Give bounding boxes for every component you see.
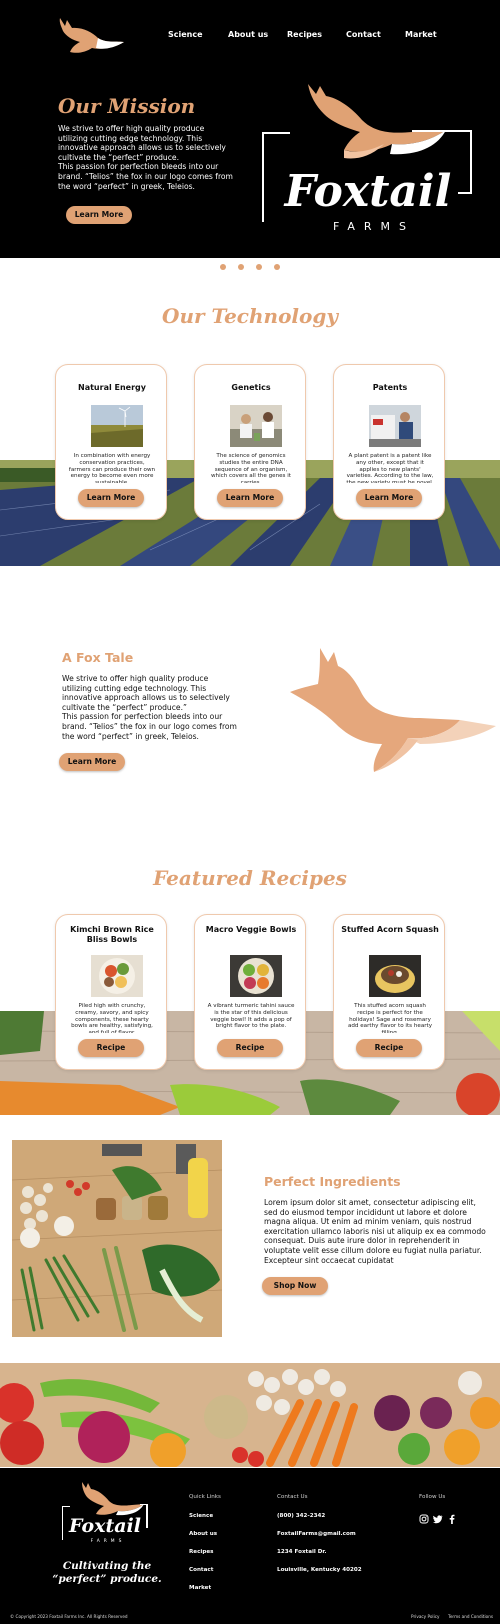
recipe-button[interactable]: Recipe [78, 1039, 144, 1057]
fox-tale-title: A Fox Tale [62, 650, 134, 665]
hero-learn-more-button[interactable]: Learn More [66, 206, 132, 224]
recipe-button[interactable]: Recipe [356, 1039, 422, 1057]
footer: Foxtail FARMS Cultivating the “perfect” … [0, 1468, 500, 1624]
learn-more-button[interactable]: Learn More [217, 489, 283, 507]
ingredients-title: Perfect Ingredients [264, 1174, 401, 1189]
logo-subtitle: FARMS [333, 220, 415, 233]
privacy-policy-link[interactable]: Privacy Policy [411, 1614, 440, 1619]
fox-tale-paragraph: We strive to offer high quality produce … [62, 674, 237, 741]
main-nav: Science About us Recipes Contact Market [0, 30, 500, 46]
hero-text: We strive to offer high quality produce … [58, 124, 234, 191]
recipe-card-kimchi: Kimchi Brown Rice Bliss Bowls Piled high… [55, 914, 167, 1070]
hero-section: Science About us Recipes Contact Market … [0, 0, 500, 258]
recipe-card-stuffed-squash: Stuffed Acorn Squash This stuffed acorn … [333, 914, 445, 1070]
instagram-icon[interactable] [419, 1514, 429, 1524]
quick-links-heading: Quick Links [189, 1494, 221, 1500]
follow-heading: Follow Us [419, 1494, 446, 1500]
tech-card-patents: Patents A plant patent is a patent like … [333, 364, 445, 520]
carousel-dot-1[interactable] [220, 264, 226, 270]
footer-link-about-us[interactable]: About us [189, 1531, 217, 1537]
page: Science About us Recipes Contact Market … [0, 0, 500, 1624]
lab-photo [230, 405, 282, 447]
card-title: Patents [372, 383, 408, 392]
tech-card-natural-energy: Natural Energy In combination with energ… [55, 364, 167, 520]
footer-link-recipes[interactable]: Recipes [189, 1549, 213, 1555]
ingredients-text: Lorem ipsum dolor sit amet, consectetur … [264, 1198, 486, 1265]
learn-more-button[interactable]: Learn More [78, 489, 144, 507]
fox-tale-text: We strive to offer high quality produce … [62, 674, 238, 741]
card-text: This stuffed acorn squash recipe is perf… [347, 1003, 433, 1033]
shop-now-button[interactable]: Shop Now [262, 1277, 328, 1295]
footer-slogan: Cultivating the “perfect” produce. [52, 1560, 162, 1585]
ingredients-table-photo [12, 1140, 222, 1337]
fox-tale-learn-more-button[interactable]: Learn More [59, 753, 125, 771]
contact-heading: Contact Us [277, 1494, 308, 1500]
nav-about-us[interactable]: About us [228, 30, 268, 39]
recipes-title: Featured Recipes [153, 866, 347, 890]
card-title: Kimchi Brown Rice Bliss Bowls [70, 925, 154, 944]
vegetable-banner-image [0, 1363, 500, 1467]
footer-link-contact[interactable]: Contact [189, 1567, 213, 1573]
carousel-dot-4[interactable] [274, 264, 280, 270]
terms-link[interactable]: Terms and Conditions [448, 1614, 493, 1619]
card-text: The science of genomics studies the enti… [210, 453, 291, 483]
twitter-icon[interactable] [433, 1514, 443, 1524]
research-photo [369, 405, 421, 447]
copyright-text: © Copyright 2023 Foxtail Farms Inc. All … [10, 1614, 128, 1619]
nav-recipes[interactable]: Recipes [287, 30, 322, 39]
card-title: Genetics [231, 383, 271, 392]
squash-photo [369, 955, 421, 997]
technology-title: Our Technology [162, 304, 338, 328]
footer-address-line2: Louisville, Kentucky 40202 [277, 1567, 362, 1573]
nav-science[interactable]: Science [168, 30, 203, 39]
card-title: Macro Veggie Bowls [205, 925, 297, 934]
carousel-dots [218, 264, 282, 272]
card-text: In combination with energy conservation … [68, 453, 156, 483]
nav-contact[interactable]: Contact [346, 30, 381, 39]
footer-link-market[interactable]: Market [189, 1585, 211, 1591]
hero-title: Our Mission [58, 94, 196, 118]
hero-paragraph: We strive to offer high quality produce … [58, 124, 233, 191]
carousel-dot-2[interactable] [238, 264, 244, 270]
card-text: A vibrant turmeric tahini sauce is the s… [207, 1003, 295, 1030]
facebook-icon[interactable] [447, 1514, 457, 1524]
carousel-dot-3[interactable] [256, 264, 262, 270]
footer-foxtail-logo[interactable]: Foxtail FARMS [58, 1482, 152, 1544]
foxtail-farms-logo: Foxtail FARMS [262, 84, 472, 233]
fox-illustration-icon [290, 648, 496, 772]
kimchi-bowl-photo [91, 955, 143, 997]
footer-link-science[interactable]: Science [189, 1513, 213, 1519]
footer-logo-wordmark: Foxtail [68, 1515, 141, 1537]
footer-email[interactable]: FoxtailFarms@gmail.com [277, 1531, 356, 1537]
card-text: A plant patent is a patent like any othe… [346, 453, 434, 483]
recipe-card-macro-veggie: Macro Veggie Bowls A vibrant turmeric ta… [194, 914, 306, 1070]
learn-more-button[interactable]: Learn More [356, 489, 422, 507]
nav-market[interactable]: Market [405, 30, 437, 39]
recipe-button[interactable]: Recipe [217, 1039, 283, 1057]
veggie-bowl-photo [230, 955, 282, 997]
card-text: Piled high with crunchy, creamy, savory,… [71, 1003, 153, 1033]
footer-address-line1: 1234 Foxtail Dr. [277, 1549, 327, 1555]
card-title: Natural Energy [78, 383, 146, 392]
logo-wordmark: Foxtail [283, 166, 452, 217]
footer-logo-subtitle: FARMS [91, 1538, 126, 1544]
tech-card-genetics: Genetics The science of genomics studies… [194, 364, 306, 520]
footer-phone[interactable]: (800) 342-2342 [277, 1513, 325, 1519]
field-photo [91, 405, 143, 447]
card-title: Stuffed Acorn Squash [341, 925, 439, 934]
